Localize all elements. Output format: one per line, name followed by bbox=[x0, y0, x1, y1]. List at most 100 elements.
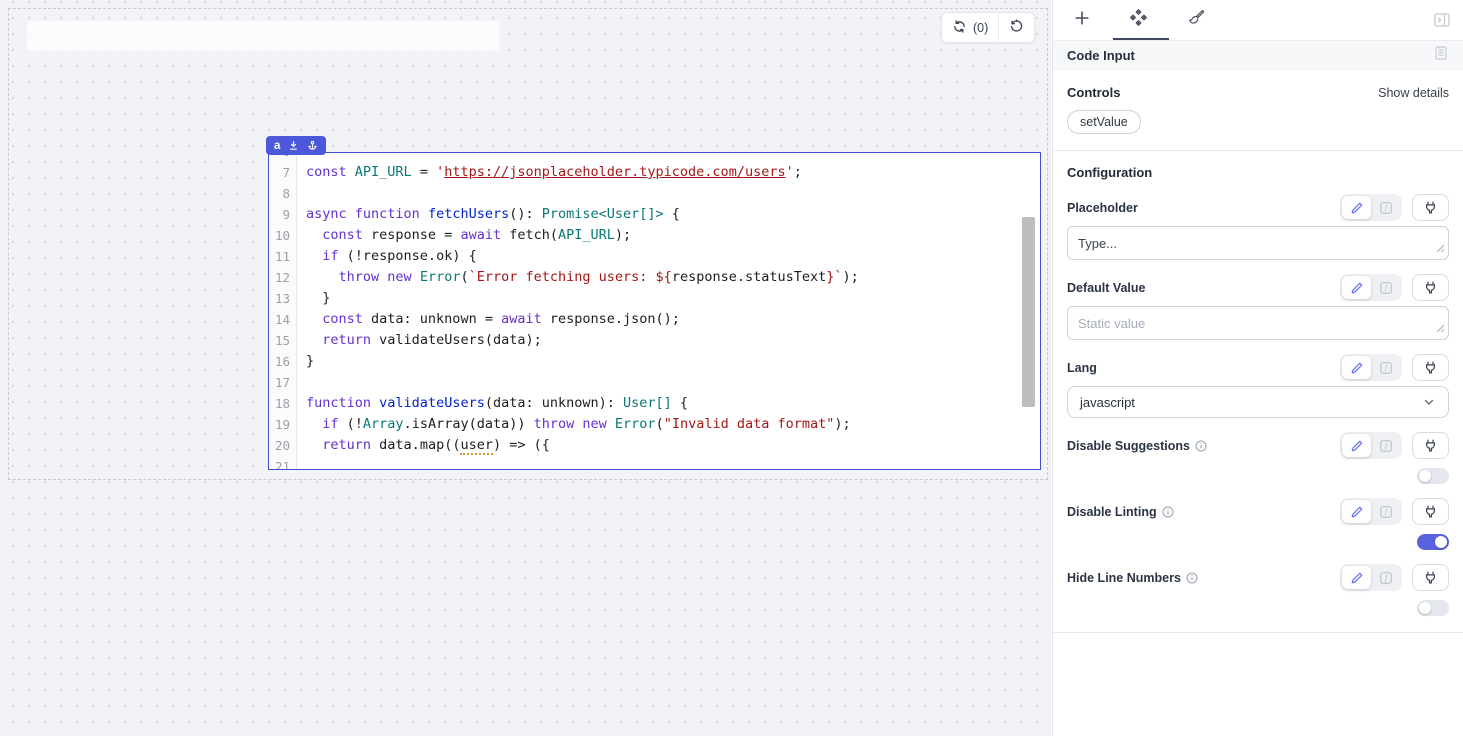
widget-title: Code Input bbox=[1067, 48, 1135, 63]
code-line: 13 } bbox=[269, 288, 1040, 309]
document-outline-icon[interactable] bbox=[1433, 45, 1449, 66]
info-icon[interactable] bbox=[1186, 572, 1198, 584]
binding-mode-segment: f bbox=[1340, 274, 1402, 301]
plug-icon[interactable] bbox=[1412, 354, 1449, 381]
selected-widget-chip[interactable]: a bbox=[266, 136, 326, 155]
canvas-toolbar: (0) bbox=[941, 12, 1035, 43]
property-select[interactable]: javascript bbox=[1067, 386, 1449, 418]
code-line: 16} bbox=[269, 351, 1040, 372]
property-toggle[interactable] bbox=[1417, 468, 1449, 484]
code-line: 20 return data.map((user) => ({ bbox=[269, 435, 1040, 456]
property-field: Disable Suggestions f bbox=[1067, 432, 1449, 484]
property-field: Hide Line Numbersf bbox=[1067, 564, 1449, 616]
add-widget-icon bbox=[1073, 9, 1091, 32]
show-details-link[interactable]: Show details bbox=[1378, 86, 1449, 100]
pencil-icon[interactable] bbox=[1342, 196, 1371, 219]
add-widget-tab[interactable] bbox=[1053, 9, 1110, 32]
code-text: return validateUsers(data); bbox=[297, 330, 542, 351]
binding-mode-segment: f bbox=[1340, 432, 1402, 459]
function-binding-icon[interactable]: f bbox=[1371, 566, 1400, 589]
editor-scrollbar[interactable] bbox=[1022, 217, 1035, 407]
line-number: 14 bbox=[269, 309, 297, 330]
pencil-icon[interactable] bbox=[1342, 434, 1371, 457]
widget-chip-label: a bbox=[274, 140, 280, 152]
binding-mode-segment: f bbox=[1340, 194, 1402, 221]
svg-text:f: f bbox=[1384, 441, 1388, 450]
code-line: 6 bbox=[269, 152, 1040, 162]
sync-icon bbox=[952, 19, 967, 37]
svg-text:f: f bbox=[1384, 203, 1388, 212]
property-toggle[interactable] bbox=[1417, 600, 1449, 616]
info-icon[interactable] bbox=[1195, 440, 1207, 452]
line-number: 18 bbox=[269, 393, 297, 414]
anchor-icon[interactable] bbox=[307, 140, 318, 151]
resize-handle-icon[interactable] bbox=[1436, 241, 1445, 256]
code-line: 15 return validateUsers(data); bbox=[269, 330, 1040, 351]
pencil-icon[interactable] bbox=[1342, 566, 1371, 589]
svg-text:f: f bbox=[1384, 283, 1388, 292]
refresh-counter-button[interactable]: (0) bbox=[942, 13, 998, 42]
widgets-explorer-icon bbox=[1129, 8, 1148, 32]
code-text: const API_URL = 'https://jsonplaceholder… bbox=[297, 162, 802, 183]
code-line: 9async function fetchUsers(): Promise<Us… bbox=[269, 204, 1040, 225]
property-label: Disable Suggestions bbox=[1067, 439, 1190, 453]
property-field: Disable Linting f bbox=[1067, 498, 1449, 550]
pencil-icon[interactable] bbox=[1342, 500, 1371, 523]
plug-icon[interactable] bbox=[1412, 564, 1449, 591]
function-binding-icon[interactable]: f bbox=[1371, 500, 1400, 523]
code-text: } bbox=[297, 288, 330, 309]
code-text: return data.map((user) => ({ bbox=[297, 435, 550, 456]
history-button[interactable] bbox=[999, 13, 1034, 42]
code-text: if (!response.ok) { bbox=[297, 246, 477, 267]
plug-icon[interactable] bbox=[1412, 498, 1449, 525]
setvalue-command-chip[interactable]: setValue bbox=[1067, 110, 1141, 134]
line-number: 16 bbox=[269, 351, 297, 372]
line-number: 12 bbox=[269, 267, 297, 288]
move-down-icon[interactable] bbox=[288, 140, 299, 151]
resize-handle-icon[interactable] bbox=[1436, 321, 1445, 336]
property-label: Default Value bbox=[1067, 281, 1146, 295]
line-number: 21 bbox=[269, 456, 297, 470]
function-binding-icon[interactable]: f bbox=[1371, 276, 1400, 299]
property-input[interactable]: Type... bbox=[1067, 226, 1449, 260]
line-number: 20 bbox=[269, 435, 297, 456]
line-number: 10 bbox=[269, 225, 297, 246]
line-number: 19 bbox=[269, 414, 297, 435]
property-label: Lang bbox=[1067, 361, 1097, 375]
section-divider bbox=[1053, 150, 1463, 151]
canvas-widget-placeholder[interactable] bbox=[27, 21, 499, 51]
builder-canvas[interactable]: (0) a bbox=[0, 0, 1051, 736]
widgets-explorer-tab[interactable] bbox=[1110, 8, 1167, 32]
code-text: throw new Error(`Error fetching users: $… bbox=[297, 267, 859, 288]
widget-header: Code Input bbox=[1053, 41, 1463, 70]
svg-text:f: f bbox=[1384, 507, 1388, 516]
property-field: Placeholder f Type... bbox=[1067, 194, 1449, 260]
plug-icon[interactable] bbox=[1412, 274, 1449, 301]
plug-icon[interactable] bbox=[1412, 194, 1449, 221]
bottom-divider bbox=[1053, 632, 1463, 633]
property-input[interactable]: Static value bbox=[1067, 306, 1449, 340]
plug-icon[interactable] bbox=[1412, 432, 1449, 459]
code-text bbox=[297, 372, 306, 393]
code-pane: 67const API_URL = 'https://jsonplacehold… bbox=[269, 152, 1040, 470]
code-input-widget[interactable]: 67const API_URL = 'https://jsonplacehold… bbox=[268, 152, 1041, 470]
line-number: 9 bbox=[269, 204, 297, 225]
function-binding-icon[interactable]: f bbox=[1371, 196, 1400, 219]
pencil-icon[interactable] bbox=[1342, 356, 1371, 379]
input-value: Type... bbox=[1078, 236, 1117, 251]
code-line: 17 bbox=[269, 372, 1040, 393]
collapse-panel-icon[interactable] bbox=[1433, 11, 1451, 34]
code-text: async function fetchUsers(): Promise<Use… bbox=[297, 204, 680, 225]
info-icon[interactable] bbox=[1162, 506, 1174, 518]
refresh-count: (0) bbox=[973, 21, 988, 35]
pencil-icon[interactable] bbox=[1342, 276, 1371, 299]
style-brush-tab[interactable] bbox=[1167, 8, 1224, 32]
function-binding-icon[interactable]: f bbox=[1371, 434, 1400, 457]
code-line: 19 if (!Array.isArray(data)) throw new E… bbox=[269, 414, 1040, 435]
code-text: if (!Array.isArray(data)) throw new Erro… bbox=[297, 414, 851, 435]
property-label: Placeholder bbox=[1067, 201, 1138, 215]
property-toggle[interactable] bbox=[1417, 534, 1449, 550]
binding-mode-segment: f bbox=[1340, 354, 1402, 381]
function-binding-icon[interactable]: f bbox=[1371, 356, 1400, 379]
property-label: Disable Linting bbox=[1067, 505, 1157, 519]
